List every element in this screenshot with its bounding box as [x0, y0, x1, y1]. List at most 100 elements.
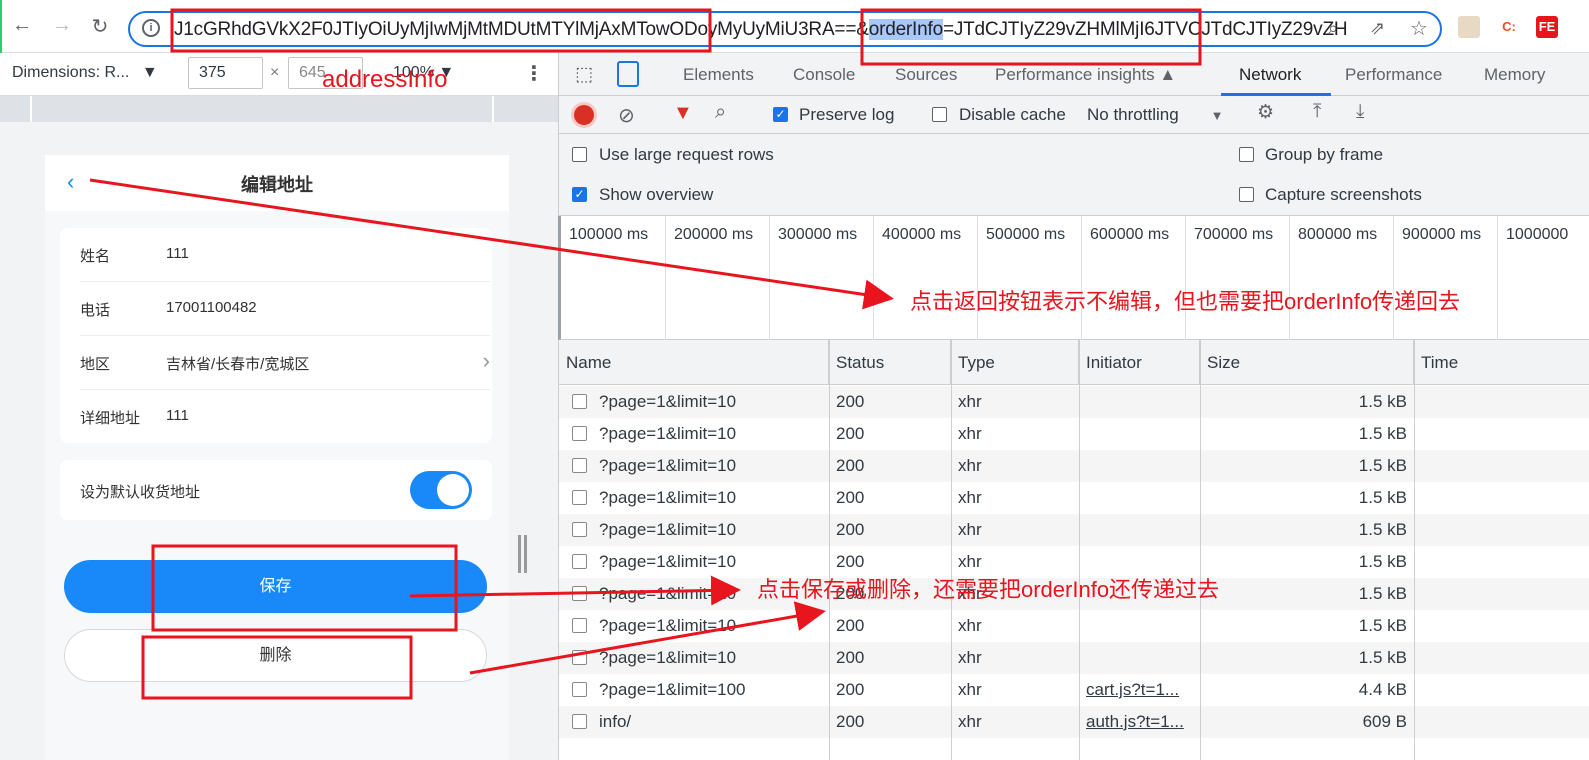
field-detail[interactable]: 详细地址 111 — [80, 390, 490, 444]
col-initiator[interactable]: Initiator — [1079, 340, 1200, 385]
field-value[interactable]: 111 — [166, 245, 189, 262]
cell-type: xhr — [958, 680, 982, 699]
preserve-log-checkbox[interactable]: ✓ — [773, 107, 788, 122]
field-label: 详细地址 — [80, 410, 141, 427]
extension-folder-icon[interactable] — [1458, 16, 1480, 38]
cell-size: 1.5 kB — [1358, 488, 1407, 507]
default-toggle[interactable] — [410, 471, 472, 509]
cell-initiator[interactable]: cart.js?t=1... — [1086, 680, 1179, 700]
address-bar[interactable]: i J1cGRhdGVkX2F0JTIyOiUyMjIwMjMtMDUtMTYl… — [128, 11, 1442, 47]
timeline-tick: 500000 ms — [977, 216, 1065, 340]
upload-icon[interactable]: ⤒ — [1313, 101, 1321, 123]
back-icon[interactable]: ← — [10, 14, 34, 37]
cell-name: ?page=1&limit=10 — [599, 488, 737, 507]
star-icon[interactable]: ☆ — [1410, 16, 1428, 41]
cell-size: 1.5 kB — [1358, 456, 1407, 475]
field-value[interactable]: 吉林省/长春市/宽城区 — [166, 353, 309, 374]
table-row[interactable]: ?page=1&limit=10 200 xhr 1.5 kB — [559, 450, 1589, 482]
cell-size: 609 B — [1362, 712, 1407, 731]
width-input[interactable]: 375 — [188, 57, 263, 89]
annotation-back-note: 点击返回按钮表示不编辑，但也需要把orderInfo传递回去 — [910, 289, 1461, 314]
device-toolbar: Dimensions: R... ▼ 375 × 645 100% ▼ ⋮ — [0, 53, 558, 96]
timeline-tick: 700000 ms — [1185, 216, 1273, 340]
tab-memory[interactable]: Memory — [1484, 65, 1545, 85]
col-status[interactable]: Status — [829, 340, 951, 385]
reload-icon[interactable]: ↻ — [88, 14, 112, 39]
dimensions-select[interactable]: Dimensions: R... ▼ — [12, 64, 158, 82]
table-row[interactable]: ?page=1&limit=10 200 xhr 1.5 kB — [559, 610, 1589, 642]
table-row[interactable]: ?page=1&limit=100 200 xhr cart.js?t=1... 4.4… — [559, 674, 1589, 706]
extension-icon[interactable]: FE — [1536, 16, 1558, 38]
tab-sources[interactable]: Sources — [895, 65, 957, 85]
cell-name: ?page=1&limit=10 — [599, 392, 737, 411]
device-toggle-icon[interactable] — [617, 61, 639, 87]
large-rows-checkbox[interactable] — [572, 147, 587, 162]
clear-icon[interactable]: ⊘ — [618, 103, 635, 128]
url-text[interactable]: J1cGRhdGVkX2F0JTIyOiUyMjIwMjMtMDUtMTYlMj… — [174, 19, 1348, 41]
cell-size: 1.5 kB — [1358, 584, 1407, 603]
column-divider — [829, 340, 830, 760]
field-phone[interactable]: 电话 17001100482 — [80, 282, 490, 336]
field-name[interactable]: 姓名 111 — [80, 228, 490, 282]
large-rows-label: Use large request rows — [599, 145, 774, 164]
disable-cache-checkbox[interactable] — [932, 107, 947, 122]
zoom-icon[interactable]: ⌕ — [1328, 18, 1338, 39]
cell-name: info/ — [599, 712, 632, 731]
tab-network[interactable]: Network — [1239, 65, 1301, 85]
field-value[interactable]: 17001100482 — [166, 299, 257, 316]
cell-size: 1.5 kB — [1358, 648, 1407, 667]
timeline-tick: 800000 ms — [1289, 216, 1377, 340]
field-region[interactable]: 地区 吉林省/长春市/宽城区 › — [80, 336, 490, 390]
throttling-select[interactable]: No throttling ▼ — [1087, 105, 1224, 125]
disable-cache-label: Disable cache — [959, 105, 1066, 124]
network-conditions-icon[interactable]: ⚙ — [1257, 101, 1274, 124]
tab-performance[interactable]: Performance — [1345, 65, 1442, 85]
delete-button[interactable]: 删除 — [64, 629, 487, 682]
record-icon[interactable] — [574, 105, 594, 125]
table-row[interactable]: ?page=1&limit=10 200 xhr 1.5 kB — [559, 482, 1589, 514]
extension-icon[interactable]: C: — [1498, 16, 1520, 38]
save-button[interactable]: 保存 — [64, 560, 487, 613]
filter-icon[interactable]: ▼ — [673, 102, 693, 125]
field-value[interactable]: 111 — [166, 407, 189, 424]
group-by-frame-checkbox[interactable] — [1239, 147, 1254, 162]
group-by-frame-label: Group by frame — [1265, 145, 1384, 164]
field-label: 姓名 — [80, 248, 111, 265]
more-icon[interactable]: ⋮ — [524, 61, 544, 86]
timeline-tick: 1000000 — [1497, 216, 1568, 340]
table-row[interactable]: ?page=1&limit=10 200 xhr 1.5 kB — [559, 386, 1589, 418]
cell-type: xhr — [958, 648, 982, 667]
col-type[interactable]: Type — [951, 340, 1079, 385]
show-overview-checkbox[interactable]: ✓ — [572, 187, 587, 202]
cell-size: 1.5 kB — [1358, 616, 1407, 635]
capture-screenshots-checkbox[interactable] — [1239, 187, 1254, 202]
search-icon[interactable]: ⌕ — [715, 101, 726, 124]
table-row[interactable]: info/200 xhr auth.js?t=1... 609 B — [559, 706, 1589, 738]
resize-handle[interactable] — [518, 535, 521, 573]
network-overview[interactable]: 100000 ms 200000 ms 300000 ms 400000 ms 5000… — [558, 216, 1589, 340]
document-icon — [572, 682, 587, 697]
share-icon[interactable]: ⇗ — [1370, 18, 1385, 39]
inspect-icon[interactable]: ⬚ — [575, 63, 593, 86]
info-icon[interactable]: i — [142, 19, 160, 37]
cell-status: 200 — [836, 712, 865, 731]
table-row[interactable]: ?page=1&limit=10 200 xhr 1.5 kB — [559, 418, 1589, 450]
table-row[interactable]: ?page=1&limit=10 200 xhr 1.5 kB — [559, 642, 1589, 674]
cell-initiator[interactable]: auth.js?t=1... — [1086, 712, 1184, 732]
forward-icon[interactable]: → — [50, 14, 74, 37]
col-name[interactable]: Name — [559, 340, 829, 385]
col-time[interactable]: Time — [1414, 340, 1589, 385]
preserve-log-label: Preserve log — [799, 105, 895, 124]
cell-name: ?page=1&limit=10 — [599, 552, 737, 571]
cell-status: 200 — [836, 392, 865, 411]
tab-console[interactable]: Console — [793, 65, 855, 85]
tab-elements[interactable]: Elements — [683, 65, 754, 85]
download-icon[interactable]: ⤓ — [1356, 101, 1364, 123]
cell-name: ?page=1&limit=10 — [599, 584, 737, 603]
table-row[interactable]: ?page=1&limit=10 200 xhr 1.5 kB — [559, 514, 1589, 546]
cell-type: xhr — [958, 712, 982, 731]
times-icon: × — [270, 64, 280, 81]
default-label: 设为默认收货地址 — [80, 484, 201, 501]
col-size[interactable]: Size — [1200, 340, 1414, 385]
tab-performance-insights[interactable]: Performance insights ▲ — [995, 65, 1176, 85]
